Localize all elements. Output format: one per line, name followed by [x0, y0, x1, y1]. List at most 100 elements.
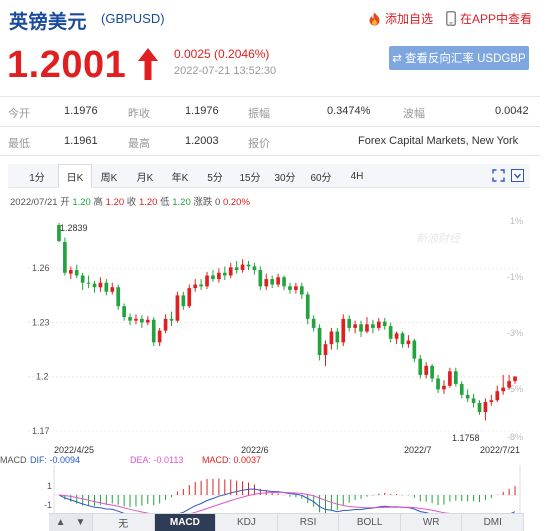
add-favorite-button[interactable]: 添加自选: [368, 10, 433, 27]
candle-body: [448, 371, 452, 386]
candle-body: [353, 324, 357, 328]
indicator-tab-none[interactable]: 无: [93, 514, 155, 531]
candle: [341, 314, 346, 346]
indicator-tab-boll[interactable]: BOLL: [339, 514, 401, 531]
wave-value: 0.0042: [495, 105, 529, 117]
candle-body: [365, 324, 369, 332]
candle-body: [412, 340, 417, 359]
candle-body: [371, 324, 375, 328]
candle-body: [471, 398, 476, 403]
high-label: 最高: [128, 138, 150, 150]
candle-body: [335, 331, 340, 343]
tab-15min[interactable]: 15分: [237, 164, 263, 188]
candle-body: [442, 385, 446, 390]
candle-body: [175, 295, 180, 321]
candle-body: [359, 324, 363, 332]
candle-body: [252, 266, 257, 271]
candle-body: [145, 319, 150, 323]
candlestick-chart[interactable]: 新浪财经 1.26 1.23 1.2 1.17 1% -1% -3% -5% -…: [0, 204, 550, 454]
candle-body: [134, 318, 138, 321]
chart-plot-area: [28, 212, 520, 442]
candle-body: [483, 402, 488, 412]
reverse-rate-button[interactable]: ⇄ 查看反向汇率 USDGBP: [389, 46, 529, 70]
candle-body: [104, 282, 109, 292]
min-price-label: 1.1758: [452, 433, 480, 443]
candle-body: [181, 295, 186, 307]
candle-body: [382, 321, 387, 327]
flame-icon: [369, 12, 380, 25]
high-value: 1.2003: [185, 135, 219, 147]
candle-body: [501, 387, 506, 392]
candle-body: [495, 391, 500, 401]
candle-body: [459, 383, 464, 395]
scroll-up-icon[interactable]: ▲: [56, 517, 66, 528]
right-tick-label: -1%: [507, 272, 523, 282]
candle-body: [92, 283, 97, 288]
macd-chart[interactable]: 1 -1: [0, 465, 550, 513]
candle-body: [347, 318, 352, 328]
candle-body: [122, 306, 126, 318]
quote-time: 2022-07-21 13:52:30: [174, 65, 277, 77]
indicator-tab-rsi[interactable]: RSI: [278, 514, 340, 531]
right-tick-label: -8%: [507, 432, 523, 442]
tab-60min[interactable]: 60分: [308, 164, 334, 188]
scroll-down-icon[interactable]: ▼: [76, 517, 86, 528]
candle-body: [436, 378, 440, 390]
pair-code: (GBPUSD): [101, 11, 165, 26]
chevron-down-icon[interactable]: [511, 169, 524, 182]
wave-label: 波幅: [403, 108, 425, 120]
candle-body: [80, 275, 85, 283]
candle-body: [418, 358, 423, 375]
quote-source-label: 报价: [248, 138, 270, 150]
macd-label: MACD: [0, 455, 27, 465]
candle-body: [86, 282, 91, 284]
candle-body: [299, 286, 304, 295]
tab-30min[interactable]: 30分: [272, 164, 298, 188]
indicator-tab-macd[interactable]: MACD: [154, 514, 217, 531]
max-price-label: 1.2839: [60, 223, 88, 233]
candle-body: [282, 277, 286, 287]
tab-5min[interactable]: 5分: [202, 164, 228, 188]
stats-row: 最低 1.1961 最高 1.2003 报价 Forex Capital Mar…: [0, 126, 540, 156]
candle-body: [128, 317, 132, 321]
candle-body: [430, 365, 434, 379]
candle-body: [258, 270, 263, 287]
candle: [63, 237, 67, 276]
candle-body: [513, 376, 517, 382]
candle-body: [63, 242, 67, 273]
candle-body: [193, 284, 198, 289]
right-tick-label: -3%: [507, 328, 523, 338]
candle-body: [323, 344, 328, 356]
right-tick-label: 1%: [510, 216, 523, 226]
amplitude-label: 振幅: [248, 108, 270, 120]
candle-body: [264, 279, 269, 287]
candle-body: [341, 318, 346, 343]
add-favorite-label: 添加自选: [385, 12, 434, 26]
candle-body: [305, 294, 310, 319]
indicator-tab-dmi[interactable]: DMI: [462, 514, 525, 531]
prev-close-value: 1.1976: [185, 105, 219, 117]
tab-daily-k[interactable]: 日K: [58, 164, 92, 188]
dea-value: DEA: -0.0113: [130, 455, 184, 465]
swap-icon: ⇄: [392, 53, 402, 65]
view-in-app-button[interactable]: 在APP中查看: [446, 10, 532, 27]
tab-1min[interactable]: 1分: [24, 164, 50, 188]
candle-body: [187, 288, 192, 307]
candle-body: [406, 340, 411, 345]
tab-monthly-k[interactable]: 月K: [132, 164, 158, 188]
indicator-tab-wr[interactable]: WR: [401, 514, 463, 531]
candle-body: [228, 267, 233, 276]
candle-body: [157, 330, 162, 343]
tab-4h[interactable]: 4H: [344, 164, 370, 188]
candle-body: [163, 318, 168, 331]
quote-source-value: Forex Capital Markets, New York: [358, 135, 519, 147]
indicator-tab-kdj[interactable]: KDJ: [216, 514, 278, 531]
tab-yearly-k[interactable]: 年K: [167, 164, 193, 188]
chart-toolbar: [492, 169, 524, 182]
fullscreen-icon[interactable]: [492, 169, 505, 182]
y-tick-label: 1.23: [32, 317, 50, 327]
candle-body: [270, 279, 275, 285]
candle-body: [240, 264, 245, 271]
tab-weekly-k[interactable]: 周K: [96, 164, 122, 188]
macd-axis-bottom: -1: [44, 500, 52, 510]
